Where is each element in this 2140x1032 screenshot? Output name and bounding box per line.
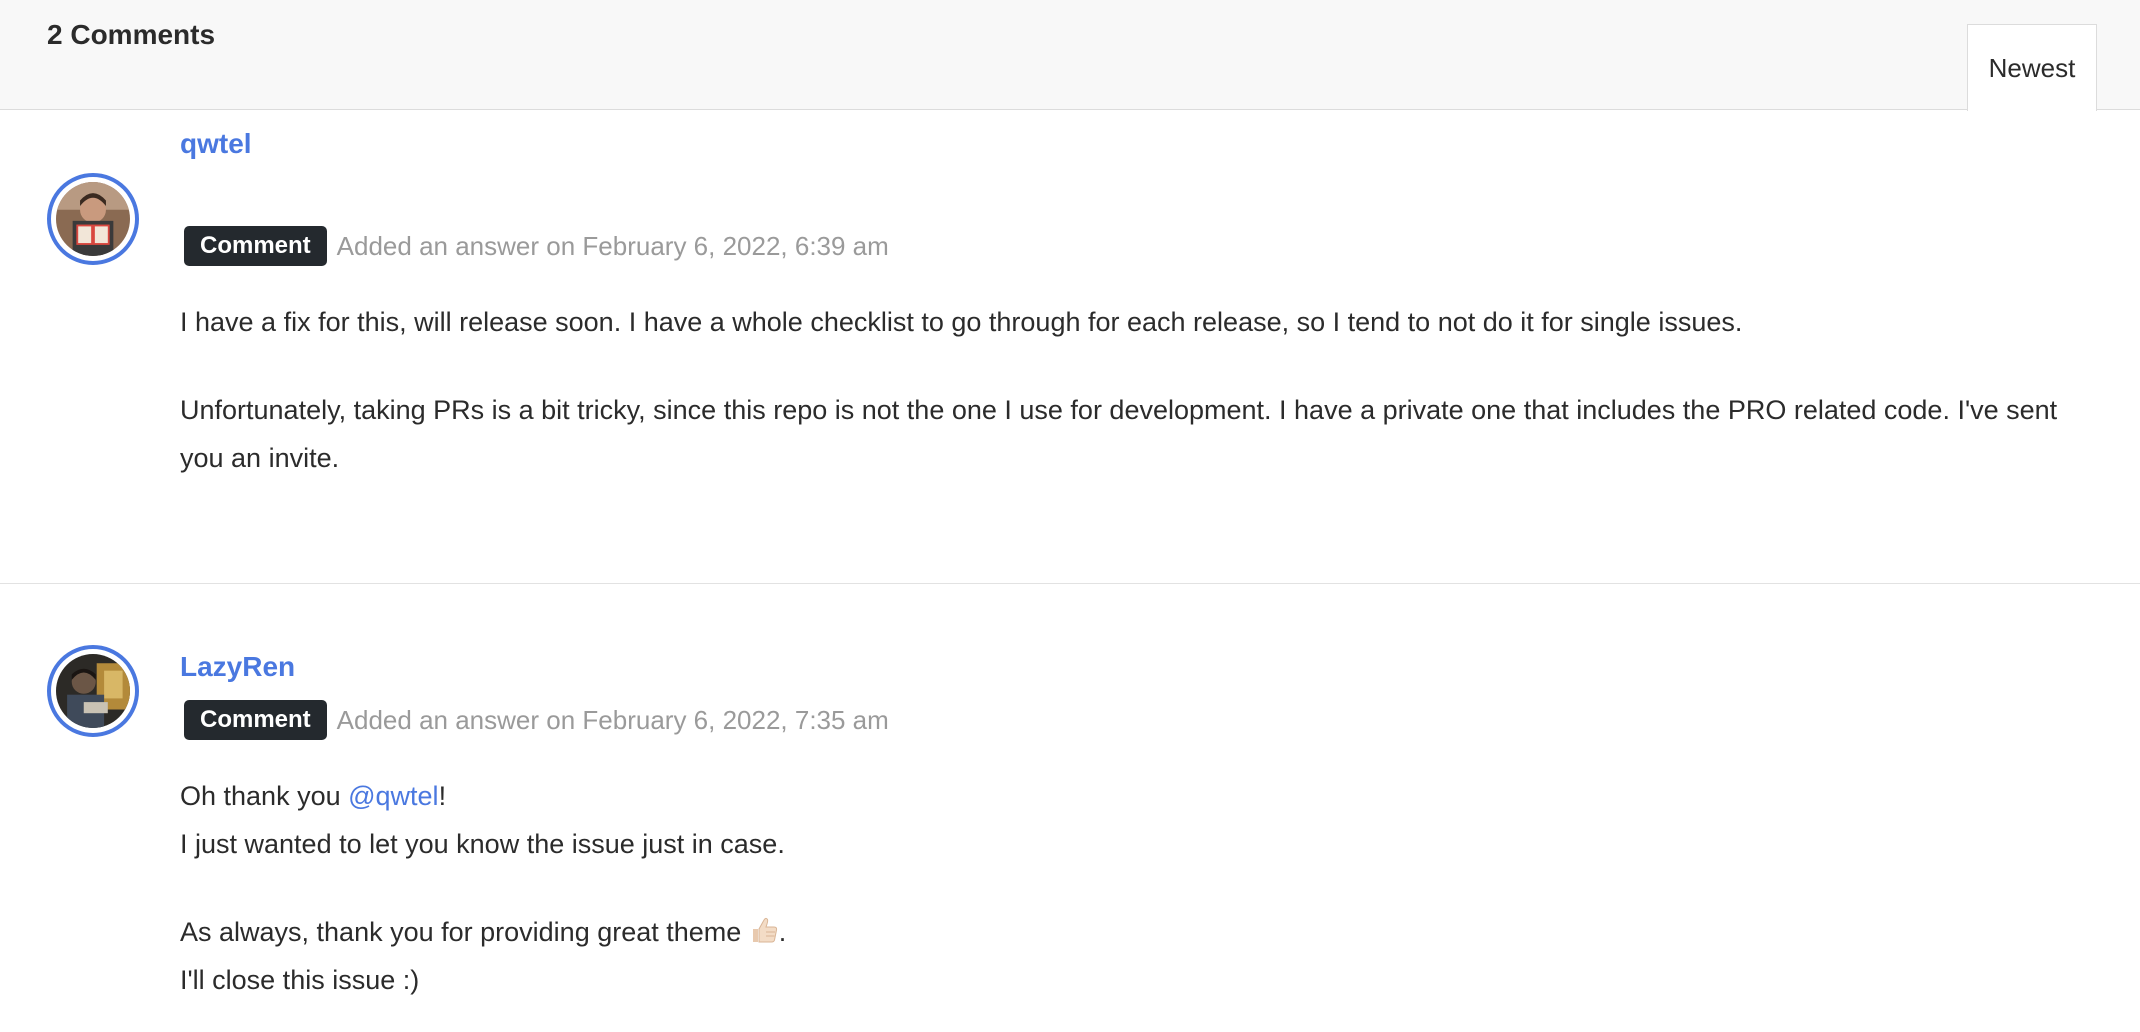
comment-meta: Comment Added an answer on February 6, 2…: [184, 700, 889, 740]
avatar[interactable]: [47, 645, 139, 737]
comment-text: Oh thank you: [180, 781, 349, 811]
mention-link[interactable]: @qwtel: [348, 781, 438, 811]
avatar-image: [56, 182, 130, 256]
sort-tab-newest[interactable]: Newest: [1967, 24, 2097, 111]
comment-item: qwtel Comment Added an answer on Februar…: [0, 110, 2140, 584]
comment-body: I have a fix for this, will release soon…: [180, 298, 2080, 482]
comment-item: LazyRen Comment Added an answer on Febru…: [0, 584, 2140, 1032]
thumbs-up-icon: [749, 912, 779, 943]
comment-author[interactable]: LazyRen: [180, 651, 295, 683]
comment-author[interactable]: qwtel: [180, 128, 252, 160]
comment-badge: Comment: [184, 700, 327, 740]
comment-timestamp: Added an answer on February 6, 2022, 7:3…: [336, 704, 889, 735]
comment-paragraph: Oh thank you @qwtel! I just wanted to le…: [180, 772, 2080, 868]
avatar-image: [56, 654, 130, 728]
comment-paragraph: I have a fix for this, will release soon…: [180, 307, 1743, 337]
comment-count: 2 Comments: [47, 19, 216, 50]
comment-text: !: [438, 781, 447, 811]
comment-timestamp: Added an answer on February 6, 2022, 6:3…: [336, 230, 889, 261]
comment-badge: Comment: [184, 226, 327, 266]
comment-text: .: [778, 917, 787, 947]
avatar[interactable]: [47, 173, 139, 265]
comments-header: 2 Comments Newest: [0, 0, 2140, 111]
comment-text: As always, thank you for providing great…: [180, 917, 749, 947]
comment-meta: Comment Added an answer on February 6, 2…: [184, 226, 889, 266]
comment-text: I just wanted to let you know the issue …: [180, 829, 785, 859]
comment-paragraph: Unfortunately, taking PRs is a bit trick…: [180, 395, 2058, 473]
comment-text: I'll close this issue :): [180, 965, 420, 995]
comment-paragraph: As always, thank you for providing great…: [180, 908, 2080, 1004]
comment-body: Oh thank you @qwtel! I just wanted to le…: [180, 772, 2080, 1004]
